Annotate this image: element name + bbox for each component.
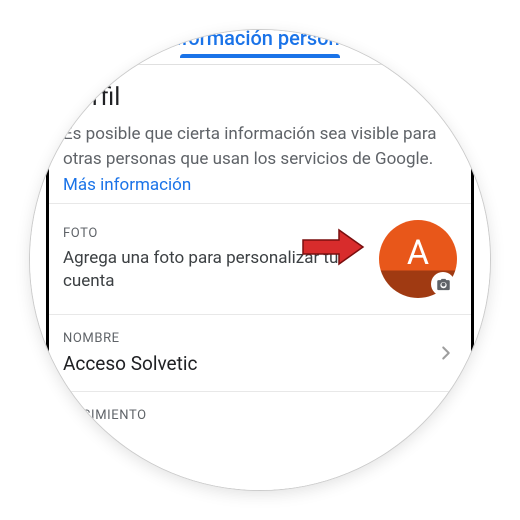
name-row[interactable]: NOMBRE Acceso Solvetic [49,314,471,391]
profile-description: Es posible que cierta información sea vi… [63,122,457,171]
photo-row[interactable]: FOTO Agrega una foto para personalizar t… [49,203,471,314]
name-value: Acceso Solvetic [63,352,435,375]
birth-row[interactable]: NACIMIENTO [49,391,471,445]
tab-bar: Información personal [49,30,471,64]
camera-badge [431,272,455,296]
name-row-body: NOMBRE Acceso Solvetic [63,331,435,375]
photo-row-body: FOTO Agrega una foto para personalizar t… [63,226,371,293]
profile-heading: Perfil [63,83,457,112]
device-screen: Información personal Perfil Es posible q… [30,30,490,490]
profile-section: Perfil Es posible que cierta información… [49,65,471,203]
birth-row-body: NACIMIENTO [63,408,457,429]
tab-active-indicator [180,54,340,58]
screenshot-frame: Información personal Perfil Es posible q… [0,0,520,520]
avatar-initial: A [407,233,429,273]
chevron-right-icon [435,342,457,364]
camera-icon [436,277,451,292]
page-content: Información personal Perfil Es posible q… [49,30,471,490]
photo-label: FOTO [63,226,371,241]
avatar-container[interactable]: A [379,220,457,298]
tab-label: Información personal [164,30,355,50]
birth-label: NACIMIENTO [63,408,457,423]
more-info-link[interactable]: Más información [63,175,191,195]
tab-personal-info[interactable]: Información personal [152,30,367,58]
device-frame-right [471,108,474,368]
photo-hint: Agrega una foto para personalizar tu cue… [63,247,371,293]
name-label: NOMBRE [63,331,435,346]
circular-mask: Información personal Perfil Es posible q… [30,30,490,490]
